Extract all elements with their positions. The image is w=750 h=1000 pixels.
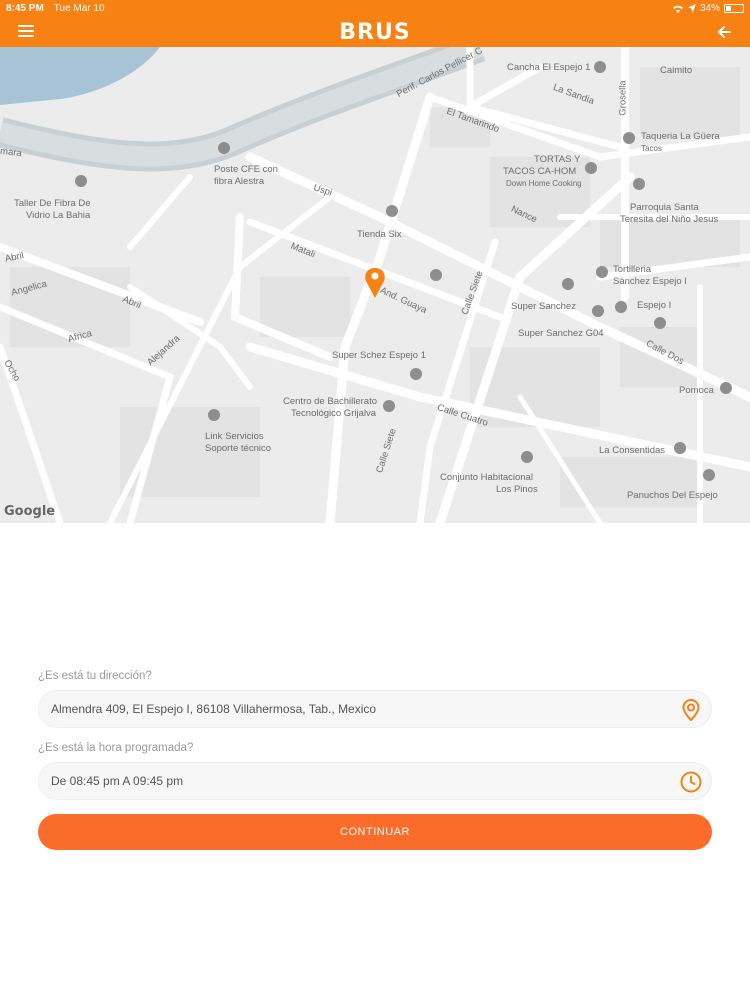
status-right: 34% — [672, 3, 744, 14]
app-header: BRUS — [0, 16, 750, 47]
address-field[interactable] — [38, 690, 712, 728]
map-label: Down Home Cooking — [506, 179, 582, 188]
time-input[interactable] — [39, 763, 711, 799]
map-label: Super Sanchez G04 — [518, 328, 604, 339]
map-label: Soporte técnico — [205, 443, 272, 454]
map-view[interactable]: Cancha El Espejo 1 Caimito La Sandia Gro… — [0, 47, 750, 523]
map-label: La Consentidas — [599, 445, 666, 456]
map-label: Centro de Bachillerato — [283, 396, 377, 407]
status-bar: 8:45 PM Tue Mar 10 34% — [0, 0, 750, 16]
battery-fill — [726, 5, 732, 11]
map-label: TORTAS Y — [534, 154, 581, 165]
map-label: Espejo I — [637, 300, 672, 311]
map-label: Grosella — [617, 80, 629, 116]
map-label: Cancha El Espejo 1 — [507, 62, 591, 73]
map-label: Caimito — [660, 65, 693, 76]
address-input[interactable] — [39, 691, 711, 727]
brand-logo: BRUS — [339, 20, 411, 45]
location-arrow-icon — [687, 3, 696, 13]
map-label: mara — [0, 145, 23, 160]
google-attribution: Google — [4, 504, 56, 519]
address-label: ¿Es está tu dirección? — [38, 670, 152, 682]
map-label: Conjunto Habitacional — [440, 472, 533, 483]
map-label: Pomoca — [679, 385, 714, 396]
map-label: TACOS CA-HOM — [503, 166, 577, 177]
map-label: Tienda Six — [357, 229, 402, 240]
map-label: Vidrio La Bahia — [26, 210, 91, 221]
status-date: Tue Mar 10 — [53, 2, 105, 14]
map-label: Tacos — [641, 144, 662, 153]
delivery-form: ¿Es está tu dirección? ¿Es está la hora … — [38, 670, 712, 850]
time-field[interactable] — [38, 762, 712, 800]
map-label: Taller De Fibra De — [14, 198, 91, 209]
map-label: Parroquia Santa — [630, 202, 699, 213]
map-label: Tecnológico Grijalva — [291, 408, 377, 419]
map-label: Panuchos Del Espejo — [627, 490, 718, 501]
map-label: fibra Alestra — [214, 176, 265, 187]
time-label: ¿Es está la hora programada? — [38, 742, 194, 754]
clock-icon[interactable] — [679, 770, 703, 794]
map-label: Poste CFE con — [214, 164, 278, 175]
map-label: Taqueria La Güera — [641, 131, 720, 142]
wifi-icon — [672, 5, 683, 13]
map-label: Tortilleria — [613, 264, 652, 275]
location-pin-icon[interactable] — [679, 698, 703, 722]
map-label: Sánchez Espejo I — [613, 276, 687, 287]
status-time: 8:45 PM — [6, 2, 44, 14]
map-label: Link Servicios — [205, 431, 264, 442]
map-label: Super Sanchez — [511, 301, 576, 312]
arrow-left-icon[interactable] — [714, 22, 734, 42]
map-label: Super Schez Espejo 1 — [332, 350, 427, 361]
continue-button[interactable]: CONTINUAR — [38, 814, 712, 850]
battery-percent: 34% — [699, 2, 720, 14]
battery-icon — [724, 3, 744, 13]
map-label: Los Pinos — [496, 484, 538, 495]
water-body — [0, 47, 160, 105]
map-label: Teresita del Niño Jesus — [620, 214, 719, 225]
